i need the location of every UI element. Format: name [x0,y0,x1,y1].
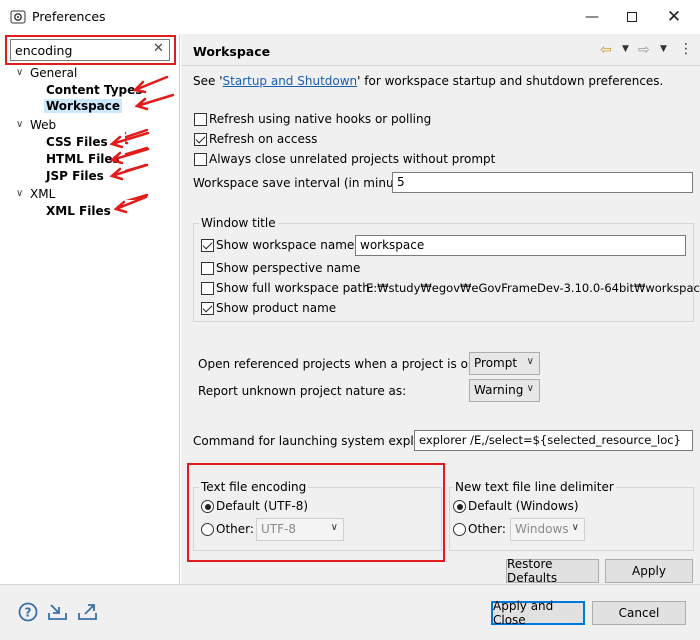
help-icon[interactable]: ? [18,602,38,622]
encoding-other-radio[interactable] [201,523,214,536]
chevron-down-icon: ∨ [330,522,338,533]
delimiter-default-label: Default (Windows) [468,499,579,513]
ws-name-field[interactable]: workspace [355,235,686,256]
explorer-command-field[interactable]: explorer /E,/select=${selected_resource_… [414,430,693,451]
forward-nav-icon[interactable]: ⇨ [638,42,650,58]
window-title-group-label: Window title [199,216,278,230]
delimiter-other-label: Other: [468,522,506,536]
minimize-icon[interactable]: — [578,6,606,28]
forward-menu-chevron-icon[interactable]: ▼ [660,44,667,54]
collapse-web-icon[interactable]: ∨ [16,119,23,130]
annotation-arrows-2 [109,131,150,214]
save-interval-field[interactable]: 5 [392,172,693,193]
export-icon[interactable] [77,602,99,622]
delimiter-other-radio[interactable] [453,523,466,536]
window-title: Preferences [32,9,106,24]
refresh-access-checkbox[interactable] [194,133,207,146]
full-path-value: E:₩study₩egov₩eGovFrameDev-3.10.0-64bit₩… [366,281,700,295]
collapse-general-icon[interactable]: ∨ [16,67,23,78]
tree-item-xml[interactable]: XML [30,187,55,201]
report-nature-label: Report unknown project nature as: [198,384,407,398]
delimiter-default-radio[interactable] [453,500,466,513]
back-nav-icon[interactable]: ⇦ [600,42,612,58]
startup-shutdown-link[interactable]: Startup and Shutdown [223,74,358,88]
show-perspective-label: Show perspective name [216,261,361,275]
refresh-native-label: Refresh using native hooks or polling [209,112,432,126]
title-divider [182,65,700,66]
show-product-label: Show product name [216,301,337,315]
show-ws-name-checkbox[interactable] [201,239,214,252]
back-menu-chevron-icon[interactable]: ▼ [622,44,629,54]
show-product-checkbox[interactable] [201,302,214,315]
see-startup-text: See 'Startup and Shutdown' for workspace… [193,74,664,88]
tree-item-web[interactable]: Web [30,118,56,132]
chevron-down-icon: ∨ [526,383,534,394]
open-referenced-label: Open referenced projects when a project … [198,357,510,371]
show-ws-name-label: Show workspace name: [216,238,359,252]
show-full-path-checkbox[interactable] [201,282,214,295]
tree-item-jsp-files[interactable]: JSP Files [46,169,104,183]
chevron-down-icon: ∨ [571,522,579,533]
restore-defaults-button[interactable]: Restore Defaults [506,557,599,585]
refresh-native-checkbox[interactable] [194,113,207,126]
filter-input[interactable] [10,39,170,61]
apply-and-close-button[interactable]: Apply and Close [491,599,585,627]
text-encoding-label: Text file encoding [199,480,309,494]
encoding-default-radio[interactable] [201,500,214,513]
always-close-checkbox[interactable] [194,153,207,166]
close-icon[interactable]: ✕ [660,6,688,28]
import-icon[interactable] [47,602,69,622]
line-delimiter-label: New text file line delimiter [453,480,616,494]
show-full-path-label: Show full workspace path: [216,281,374,295]
always-close-label: Always close unrelated projects without … [209,152,496,166]
page-title: Workspace [193,44,271,59]
refresh-access-label: Refresh on access [209,132,318,146]
preferences-app-icon [10,10,26,24]
encoding-default-label: Default (UTF-8) [216,499,309,513]
clear-filter-icon[interactable]: ✕ [153,41,164,56]
encoding-other-label: Other: [216,522,254,536]
maximize-icon[interactable] [618,6,646,28]
tree-item-workspace[interactable]: Workspace [44,99,123,113]
view-menu-icon[interactable]: ⋮ [679,41,693,57]
delimiter-other-combo[interactable]: Windows ∨ [510,518,585,541]
tree-item-general[interactable]: General [30,66,77,80]
apply-button[interactable]: Apply [605,559,693,583]
encoding-other-combo[interactable]: UTF-8 ∨ [256,518,344,541]
tree-item-css-files[interactable]: CSS Files [46,135,108,149]
chevron-down-icon: ∨ [526,356,534,367]
collapse-xml-icon[interactable]: ∨ [16,188,23,199]
show-perspective-checkbox[interactable] [201,262,214,275]
cancel-button[interactable]: Cancel [592,601,686,625]
save-interval-label: Workspace save interval (in minutes): [193,176,421,190]
report-nature-combo[interactable]: Warning ∨ [469,379,540,402]
explorer-command-label: Command for launching system explorer: [193,434,442,448]
open-referenced-combo[interactable]: Prompt ∨ [469,352,540,375]
svg-text:?: ? [25,606,32,620]
